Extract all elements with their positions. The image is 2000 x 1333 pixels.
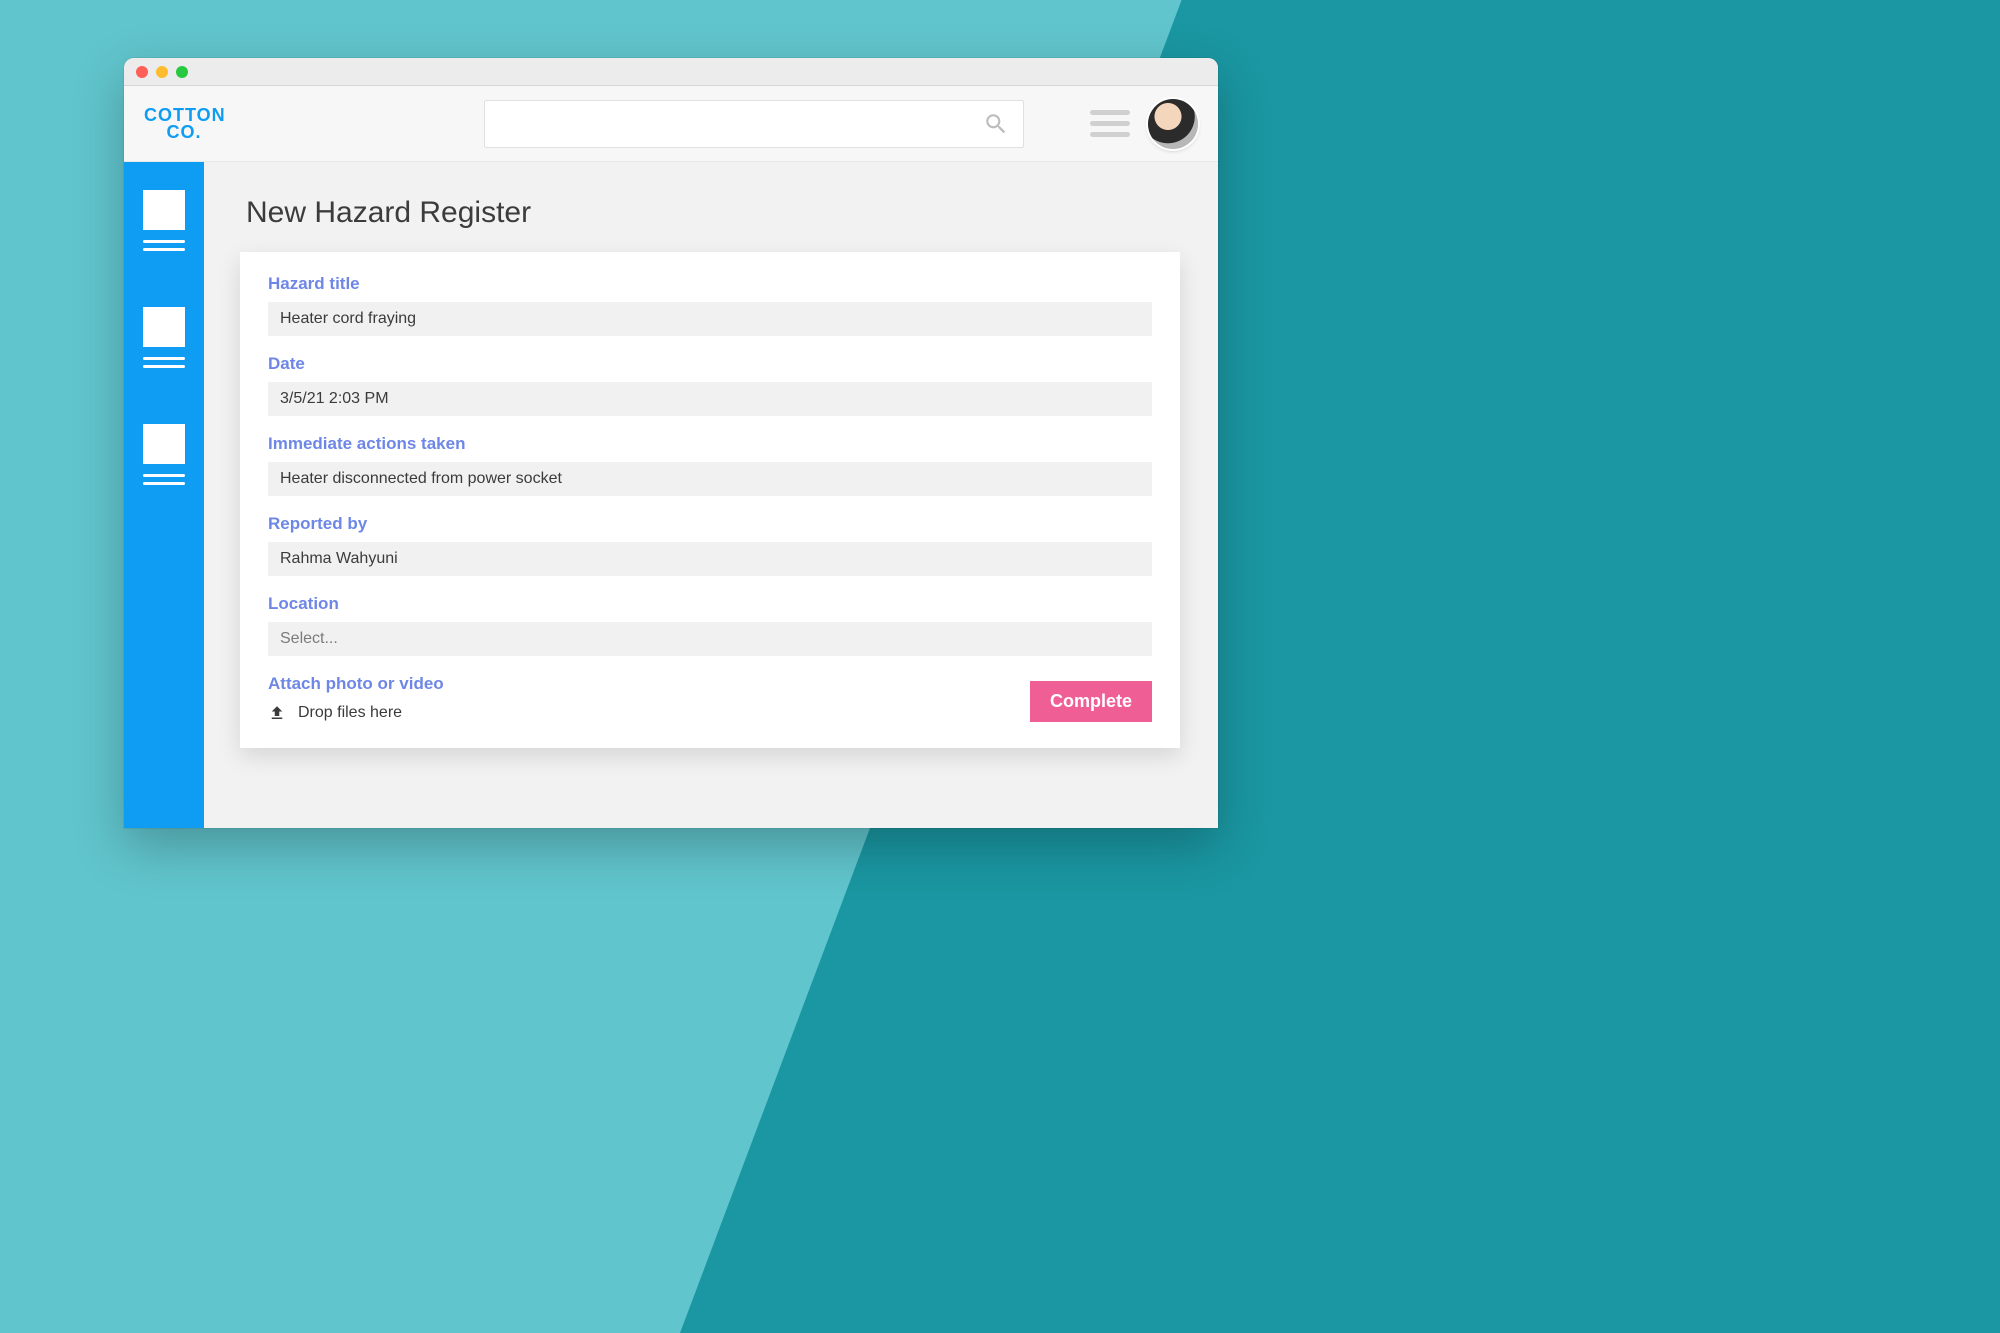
- label-attach: Attach photo or video: [268, 674, 444, 694]
- sidebar-item-1[interactable]: [143, 190, 185, 251]
- sidebar-lines-icon: [143, 357, 185, 368]
- page-title: New Hazard Register: [246, 196, 1190, 230]
- brand-logo[interactable]: COTTON CO.: [144, 107, 224, 139]
- label-immediate-actions: Immediate actions taken: [268, 434, 1152, 454]
- field-date: Date 3/5/21 2:03 PM: [268, 354, 1152, 416]
- label-reported-by: Reported by: [268, 514, 1152, 534]
- select-location[interactable]: Select...: [268, 622, 1152, 656]
- input-reported-by[interactable]: Rahma Wahyuni: [268, 542, 1152, 576]
- form-actions-row: Attach photo or video Drop files here Co…: [268, 674, 1152, 722]
- main-content: New Hazard Register Hazard title Heater …: [204, 162, 1218, 828]
- user-avatar[interactable]: [1148, 99, 1198, 149]
- drop-zone[interactable]: Drop files here: [268, 704, 444, 722]
- field-location: Location Select...: [268, 594, 1152, 656]
- app-window: COTTON CO. New Hazard Re: [124, 58, 1218, 828]
- window-minimize-dot[interactable]: [156, 66, 168, 78]
- label-date: Date: [268, 354, 1152, 374]
- label-location: Location: [268, 594, 1152, 614]
- sidebar-item-3[interactable]: [143, 424, 185, 485]
- input-immediate-actions[interactable]: Heater disconnected from power socket: [268, 462, 1152, 496]
- window-maximize-dot[interactable]: [176, 66, 188, 78]
- input-date[interactable]: 3/5/21 2:03 PM: [268, 382, 1152, 416]
- upload-icon: [268, 704, 286, 722]
- sidebar-thumb-icon: [143, 190, 185, 230]
- window-titlebar: [124, 58, 1218, 86]
- field-hazard-title: Hazard title Heater cord fraying: [268, 274, 1152, 336]
- sidebar-thumb-icon: [143, 424, 185, 464]
- brand-line2: CO.: [166, 122, 201, 142]
- sidebar-item-2[interactable]: [143, 307, 185, 368]
- app-header: COTTON CO.: [124, 86, 1218, 162]
- sidebar-thumb-icon: [143, 307, 185, 347]
- app-body: New Hazard Register Hazard title Heater …: [124, 162, 1218, 828]
- field-attach: Attach photo or video Drop files here: [268, 674, 444, 722]
- drop-text: Drop files here: [298, 704, 402, 722]
- search-input[interactable]: [484, 100, 1024, 148]
- input-hazard-title[interactable]: Heater cord fraying: [268, 302, 1152, 336]
- sidebar: [124, 162, 204, 828]
- search-icon: [983, 111, 1009, 137]
- window-close-dot[interactable]: [136, 66, 148, 78]
- form-card: Hazard title Heater cord fraying Date 3/…: [240, 252, 1180, 748]
- label-hazard-title: Hazard title: [268, 274, 1152, 294]
- field-immediate-actions: Immediate actions taken Heater disconnec…: [268, 434, 1152, 496]
- sidebar-lines-icon: [143, 474, 185, 485]
- complete-button[interactable]: Complete: [1030, 681, 1152, 722]
- sidebar-lines-icon: [143, 240, 185, 251]
- menu-button[interactable]: [1090, 104, 1130, 144]
- field-reported-by: Reported by Rahma Wahyuni: [268, 514, 1152, 576]
